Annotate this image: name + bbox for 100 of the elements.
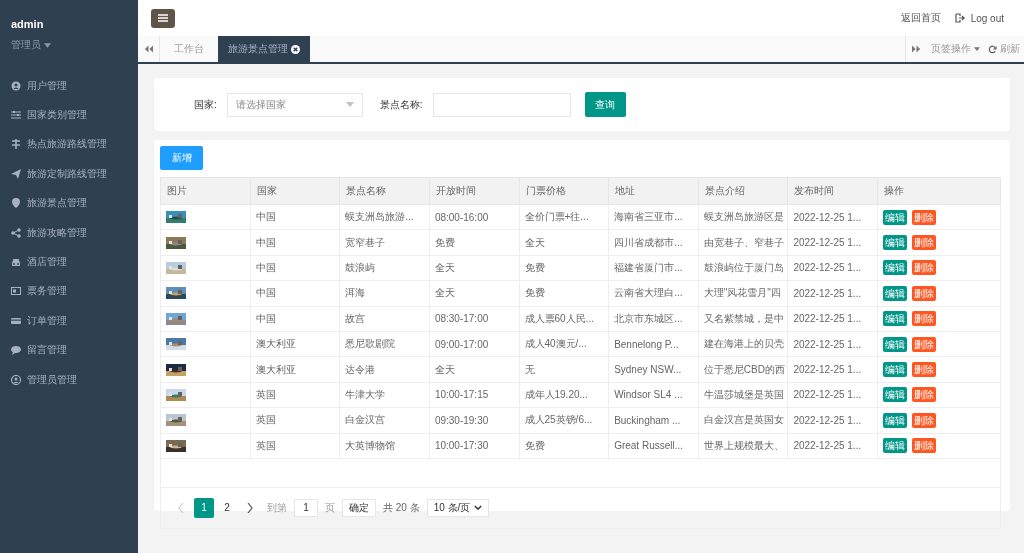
edit-button[interactable]: 编辑	[883, 209, 907, 225]
edit-button[interactable]: 编辑	[883, 412, 907, 428]
table-cell: 福建省厦门市...	[608, 255, 699, 281]
chevron-down-icon	[474, 505, 483, 511]
table-cell: 中国	[250, 255, 340, 281]
table-cell: 悉尼歌剧院	[339, 331, 430, 357]
sidebar-item[interactable]: 旅游景点管理	[0, 188, 138, 218]
close-icon[interactable]	[291, 44, 300, 54]
card-icon	[11, 286, 21, 297]
table-cell: 2022-12-25 1...	[787, 433, 878, 459]
table-cell: 成年人19.20...	[519, 382, 609, 408]
column-header: 开放时间	[429, 177, 519, 205]
delete-button[interactable]: 删除	[912, 336, 936, 352]
table-cell: 澳大利亚	[250, 331, 340, 357]
page-size-select[interactable]: 10 条/页	[426, 498, 490, 517]
table-cell: 全天	[429, 356, 519, 383]
user-name: admin	[11, 18, 45, 30]
sidebar-item[interactable]: 留言管理	[0, 335, 138, 365]
column-header: 国家	[250, 177, 340, 205]
table-cell: 免费	[429, 229, 519, 256]
page-number-field[interactable]: 1	[294, 498, 318, 517]
logout-icon	[954, 13, 965, 23]
delete-button[interactable]: 删除	[912, 387, 936, 403]
table-cell: 位于悉尼CBD的西	[698, 356, 788, 383]
edit-button[interactable]: 编辑	[883, 285, 907, 301]
chevron-left-icon	[178, 502, 184, 513]
country-select[interactable]: 请选择国家	[226, 92, 363, 117]
sidebar-item[interactable]: 国家类别管理	[0, 100, 138, 130]
delete-button[interactable]: 删除	[912, 438, 936, 454]
search-button[interactable]: 查询	[584, 92, 626, 117]
table-cell: 全天	[429, 280, 519, 307]
edit-button[interactable]: 编辑	[883, 387, 907, 403]
sliders-icon	[11, 110, 21, 121]
delete-button[interactable]: 删除	[912, 311, 936, 327]
sidebar-item[interactable]: 热点旅游路线管理	[0, 129, 138, 160]
sidebar-item[interactable]: 旅游定制路线管理	[0, 159, 138, 189]
table-cell: 成人票60人民...	[519, 306, 609, 332]
user-role-dropdown[interactable]: 管理员	[11, 38, 127, 52]
page-tab[interactable]: 工作台	[160, 36, 218, 62]
share-icon	[11, 227, 21, 238]
table-cell: 免费	[519, 255, 609, 281]
goto-label: 到第	[267, 500, 287, 515]
home-link[interactable]: 返回首页	[900, 11, 941, 25]
edit-button[interactable]: 编辑	[883, 362, 907, 378]
edit-button[interactable]: 编辑	[883, 336, 907, 352]
table-cell: Sydney NSW...	[608, 356, 699, 383]
car-icon	[11, 257, 21, 268]
page-button[interactable]: 1	[194, 497, 214, 518]
country-label: 国家:	[194, 97, 217, 112]
double-left-icon	[144, 45, 153, 53]
add-button[interactable]: 新增	[160, 146, 203, 170]
delete-button[interactable]: 删除	[912, 412, 936, 428]
confirm-button[interactable]: 确定	[342, 498, 376, 517]
edit-button[interactable]: 编辑	[883, 311, 907, 327]
table-cell: 故宫	[339, 306, 430, 332]
user-icon	[11, 80, 21, 91]
page-tab[interactable]: 旅游景点管理	[218, 36, 310, 62]
pin-icon	[11, 198, 21, 209]
sidebar-item[interactable]: 用户管理	[0, 71, 138, 101]
table-cell: 中国	[250, 204, 340, 230]
attraction-name-label: 景点名称:	[379, 97, 423, 112]
table-cell: 英国	[250, 407, 340, 433]
table-cell: 白金汉宫是英国女	[698, 407, 788, 433]
table-cell: 免费	[519, 280, 609, 307]
sidebar-item[interactable]: 票务管理	[0, 276, 138, 307]
edit-button[interactable]: 编辑	[883, 235, 907, 251]
table-cell: 全天	[519, 229, 609, 256]
table-cell: 2022-12-25 1...	[787, 407, 878, 433]
table-cell: 无	[519, 356, 609, 383]
caret-icon	[44, 42, 51, 48]
table-cell: Windsor SL4 ...	[608, 382, 699, 408]
delete-button[interactable]: 删除	[912, 260, 936, 276]
sidebar-item[interactable]: 订单管理	[0, 306, 138, 336]
edit-button[interactable]: 编辑	[883, 260, 907, 276]
delete-button[interactable]: 删除	[912, 362, 936, 378]
logout-link[interactable]: Log out	[970, 12, 1004, 24]
edit-button[interactable]: 编辑	[883, 438, 907, 454]
road-icon	[11, 139, 21, 150]
attraction-name-field[interactable]	[432, 92, 571, 117]
table-cell: 宽窄巷子	[339, 229, 430, 256]
table-cell: 建在海港上的贝壳	[698, 331, 788, 357]
table-cell: 免费	[519, 433, 609, 459]
refresh-icon	[988, 44, 997, 54]
table-cell: 2022-12-25 1...	[787, 229, 878, 256]
double-right-icon	[912, 45, 921, 53]
delete-button[interactable]: 删除	[912, 209, 936, 225]
menu-toggle-button[interactable]	[151, 8, 175, 28]
column-header: 门票价格	[519, 177, 609, 205]
page-button[interactable]: 2	[217, 497, 237, 518]
page-suffix: 页	[325, 500, 335, 515]
admin-icon	[11, 374, 21, 385]
table-cell: 10:00-17:30	[429, 433, 519, 459]
table-cell: 又名紫禁城，是中	[698, 306, 788, 332]
sidebar-item[interactable]: 旅游攻略管理	[0, 217, 138, 248]
delete-button[interactable]: 删除	[912, 235, 936, 251]
delete-button[interactable]: 删除	[912, 285, 936, 301]
sidebar-item[interactable]: 管理员管理	[0, 364, 138, 395]
table-cell: 达令港	[339, 356, 430, 383]
table-cell: 北京市东城区...	[608, 306, 699, 332]
sidebar-item[interactable]: 酒店管理	[0, 247, 138, 277]
